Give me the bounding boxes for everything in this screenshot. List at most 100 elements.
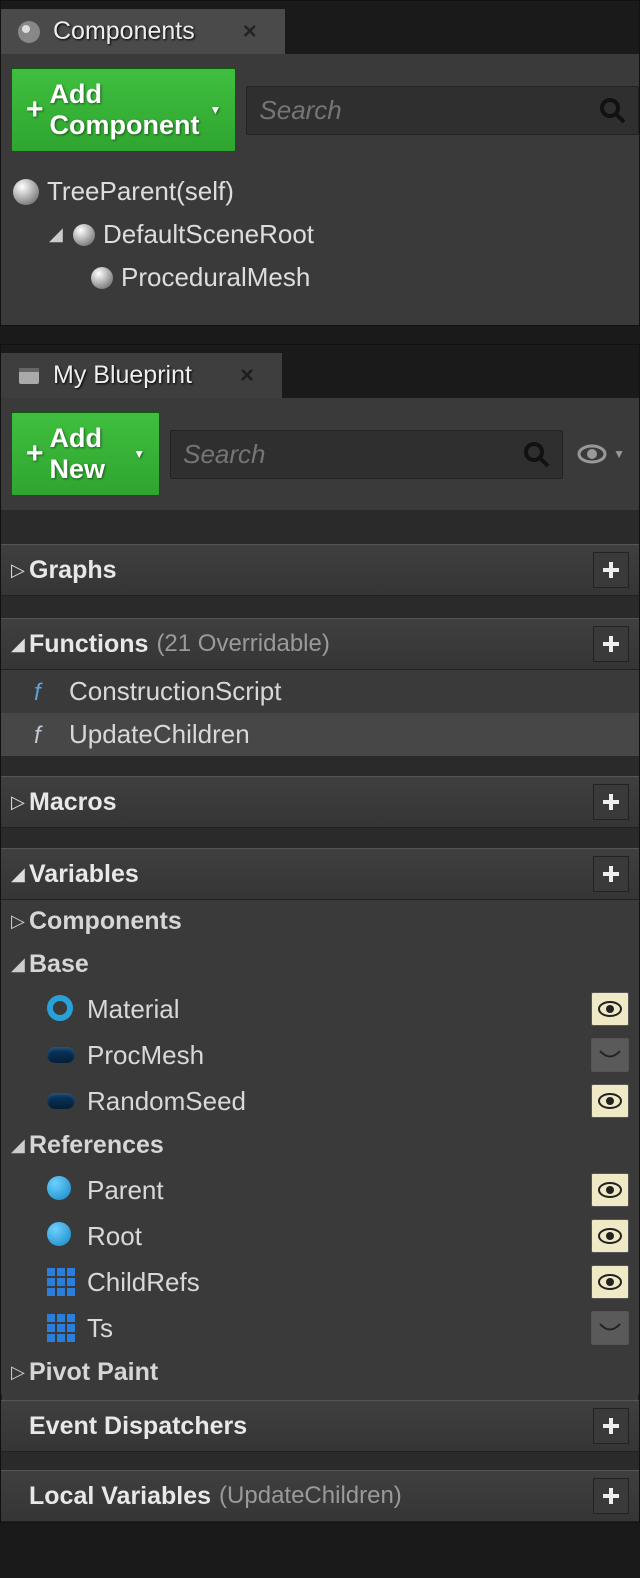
components-search-input[interactable] [259,95,598,126]
category-components-label: Components [29,907,182,936]
add-localvar-button[interactable] [593,1478,629,1514]
plus-icon: + [26,437,44,471]
variable-label: Ts [87,1313,113,1344]
dispatchers-title: Event Dispatchers [29,1412,247,1441]
chevron-down-icon: ▼ [133,447,145,461]
add-dispatcher-button[interactable] [593,1408,629,1444]
localvars-header[interactable]: Local Variables (UpdateChildren) [1,1470,639,1522]
localvars-title: Local Variables [29,1482,211,1511]
tree-sceneroot-label: DefaultSceneRoot [103,219,314,250]
visibility-toggle[interactable] [591,1173,629,1207]
actor-icon [13,179,39,205]
function-icon: f [31,722,57,748]
add-function-button[interactable] [593,626,629,662]
functions-header[interactable]: ◢ Functions (21 Overridable) [1,618,639,670]
array-grid-icon [47,1268,75,1296]
scene-component-icon [91,267,113,289]
blueprint-search-input[interactable] [183,439,522,470]
chevron-down-icon: ▼ [613,447,625,461]
eye-closed-icon [597,1319,623,1337]
variable-label: Parent [87,1175,164,1206]
eye-icon [597,1092,623,1110]
close-icon[interactable]: × [235,18,265,46]
svg-text:f: f [34,722,43,748]
components-panel: Components × + Add Component ▼ TreeParen… [0,0,640,326]
add-new-button[interactable]: + Add New ▼ [11,412,160,496]
tree-caret-icon[interactable]: ◢ [49,224,65,245]
category-base-label: Base [29,950,89,979]
add-new-label: Add New [50,423,124,485]
variable-ts[interactable]: Ts [1,1305,639,1351]
variables-header[interactable]: ◢ Variables [1,848,639,900]
variable-label: ProcMesh [87,1040,204,1071]
graphs-title: Graphs [29,556,117,585]
blueprint-search[interactable] [170,430,563,479]
chevron-right-icon: ▷ [11,1362,29,1383]
category-pivotpaint-label: Pivot Paint [29,1358,158,1387]
function-constructionscript[interactable]: f ConstructionScript [1,670,639,713]
plus-icon: + [26,93,44,127]
add-variable-button[interactable] [593,856,629,892]
function-icon: f [31,679,57,705]
visibility-toggle[interactable] [591,1265,629,1299]
category-references[interactable]: ◢ References [1,1124,639,1167]
blueprint-tab-icon [15,362,43,390]
macros-header[interactable]: ▷ Macros [1,776,639,828]
visibility-toggle[interactable] [591,1038,629,1072]
blueprint-tab[interactable]: My Blueprint × [1,353,282,398]
variable-root[interactable]: Root [1,1213,639,1259]
function-label: ConstructionScript [69,676,281,707]
category-pivotpaint[interactable]: ▷ Pivot Paint [1,1351,639,1394]
add-graph-button[interactable] [593,552,629,588]
add-component-button[interactable]: + Add Component ▼ [11,68,236,152]
graphs-header[interactable]: ▷ Graphs [1,544,639,596]
tree-procmesh-row[interactable]: ProceduralMesh [1,256,639,299]
search-icon [522,440,550,468]
close-icon[interactable]: × [232,362,262,390]
add-macro-button[interactable] [593,784,629,820]
variable-label: Root [87,1221,142,1252]
object-ring-icon [47,995,75,1023]
eye-icon [597,1273,623,1291]
tree-self-row[interactable]: TreeParent(self) [1,170,639,213]
variables-title: Variables [29,860,139,889]
chevron-right-icon: ▷ [11,911,29,932]
category-components[interactable]: ▷ Components [1,900,639,943]
visibility-toggle[interactable] [591,992,629,1026]
visibility-toggle[interactable] [591,1311,629,1345]
chevron-right-icon: ▷ [11,560,29,581]
eye-icon [597,1181,623,1199]
components-toolbar: + Add Component ▼ [1,54,639,166]
components-search[interactable] [246,86,639,135]
components-tab[interactable]: Components × [1,9,285,54]
dispatchers-header[interactable]: Event Dispatchers [1,1400,639,1452]
view-options-button[interactable]: ▼ [573,442,629,466]
variable-material[interactable]: Material [1,986,639,1032]
function-updatechildren[interactable]: f UpdateChildren [1,713,639,756]
chevron-down-icon: ◢ [11,634,29,655]
plus-icon [600,863,622,885]
plus-icon [600,1415,622,1437]
eye-closed-icon [597,1046,623,1064]
visibility-toggle[interactable] [591,1084,629,1118]
functions-title: Functions [29,630,148,659]
variable-randomseed[interactable]: RandomSeed [1,1078,639,1124]
components-tab-icon [15,18,43,46]
components-tab-row: Components × [1,1,639,54]
chevron-down-icon: ◢ [11,864,29,885]
chevron-down-icon: ◢ [11,954,29,975]
variable-label: Material [87,994,179,1025]
variable-procmesh[interactable]: ProcMesh [1,1032,639,1078]
eye-icon [577,442,611,466]
plus-icon [600,791,622,813]
tree-sceneroot-row[interactable]: ◢ DefaultSceneRoot [1,213,639,256]
blueprint-tab-row: My Blueprint × [1,345,639,398]
visibility-toggle[interactable] [591,1219,629,1253]
variable-childrefs[interactable]: ChildRefs [1,1259,639,1305]
category-base[interactable]: ◢ Base [1,943,639,986]
plus-icon [600,1485,622,1507]
variable-parent[interactable]: Parent [1,1167,639,1213]
pill-icon [47,1041,75,1069]
category-references-label: References [29,1131,164,1160]
components-tab-label: Components [53,17,195,46]
